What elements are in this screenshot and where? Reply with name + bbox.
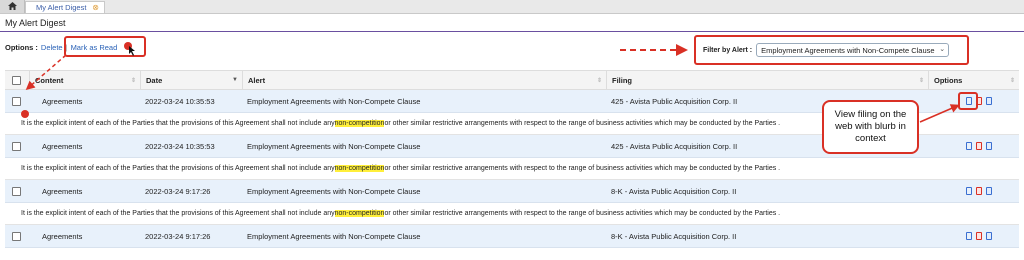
- chevron-down-icon: ⌄: [937, 45, 946, 53]
- document-icon[interactable]: [986, 142, 992, 150]
- header-alert-label: Alert: [248, 75, 266, 85]
- delete-link[interactable]: Delete: [41, 43, 63, 52]
- alert-cell: Employment Agreements with Non-Compete C…: [247, 96, 421, 106]
- close-tab-icon[interactable]: ⊗: [92, 3, 99, 12]
- tab-strip: My Alert Digest ⊗: [0, 0, 1024, 14]
- content-cell: Agreements: [42, 96, 83, 106]
- blurb-text-end: or other similar restrictive arrangement…: [384, 210, 781, 217]
- filing-cell: 425 - Avista Public Acquisition Corp. II: [611, 96, 738, 106]
- mark-read-callout: [64, 36, 146, 57]
- title-divider: [0, 31, 1024, 32]
- header-options-label: Options: [934, 75, 963, 85]
- blurb-text: It is the explicit intent of each of the…: [21, 120, 335, 127]
- alert-filter-value: Employment Agreements with Non-Compete C…: [761, 45, 935, 55]
- date-cell: 2022-03-24 10:35:53: [145, 141, 215, 151]
- header-filing-label: Filing: [612, 75, 632, 85]
- callout-marker: [124, 42, 132, 50]
- table-header: Content ⇕ Date ▼ Alert ⇕ Filing ⇕ Options ⇕: [5, 70, 1019, 90]
- row-marker: [21, 110, 29, 118]
- document-icon[interactable]: [986, 187, 992, 195]
- filing-cell: 8-K - Avista Public Acquisition Corp. II: [611, 231, 737, 241]
- row-actions: [961, 225, 992, 247]
- blurb-highlight: non-competition: [334, 210, 385, 217]
- sort-icon: ⇕: [918, 77, 924, 84]
- sort-desc-icon: ▼: [232, 77, 238, 83]
- header-filing[interactable]: Filing ⇕: [606, 71, 928, 89]
- row-checkbox[interactable]: [12, 96, 21, 106]
- select-all-checkbox[interactable]: [12, 75, 21, 85]
- tab-label: My Alert Digest: [36, 3, 87, 12]
- row-actions: [961, 135, 992, 157]
- blurb-highlight: non-competition: [334, 165, 385, 172]
- web-icon-callout: [958, 92, 978, 110]
- filing-cell: 425 - Avista Public Acquisition Corp. II: [611, 141, 738, 151]
- web-view-icon[interactable]: [966, 142, 972, 150]
- header-date-label: Date: [146, 75, 163, 85]
- tab-my-alert-digest[interactable]: My Alert Digest ⊗: [25, 1, 105, 13]
- options-label: Options :: [5, 43, 38, 52]
- blurb-highlight: non-competition: [334, 120, 385, 127]
- filter-label: Filter by Alert :: [703, 46, 753, 54]
- sort-icon: ⇕: [1009, 77, 1015, 84]
- blurb-text: It is the explicit intent of each of the…: [21, 165, 335, 172]
- date-cell: 2022-03-24 9:17:26: [145, 186, 211, 196]
- pdf-icon[interactable]: [976, 232, 982, 240]
- pdf-icon[interactable]: [976, 187, 982, 195]
- alert-cell: Employment Agreements with Non-Compete C…: [247, 231, 421, 241]
- row-checkbox[interactable]: [12, 231, 21, 241]
- document-icon[interactable]: [986, 232, 992, 240]
- content-cell: Agreements: [42, 231, 83, 241]
- row-checkbox-cell: [5, 180, 29, 202]
- blurb-row: It is the explicit intent of each of the…: [5, 158, 1019, 180]
- document-icon[interactable]: [986, 97, 992, 105]
- home-tab[interactable]: [0, 0, 25, 13]
- sort-icon: ⇕: [596, 77, 602, 84]
- row-checkbox-cell: [5, 225, 29, 247]
- row-checkbox[interactable]: [12, 186, 21, 196]
- web-view-icon[interactable]: [966, 232, 972, 240]
- row-checkbox[interactable]: [12, 141, 21, 151]
- header-options: Options ⇕: [928, 71, 1019, 89]
- blurb-text-end: or other similar restrictive arrangement…: [384, 120, 781, 127]
- blurb-text: It is the explicit intent of each of the…: [21, 210, 335, 217]
- date-cell: 2022-03-24 9:17:26: [145, 231, 211, 241]
- alert-cell: Employment Agreements with Non-Compete C…: [247, 186, 421, 196]
- sort-icon: ⇕: [130, 77, 136, 84]
- table-row[interactable]: Agreements 2022-03-24 9:17:26 Employment…: [5, 225, 1019, 248]
- alert-cell: Employment Agreements with Non-Compete C…: [247, 141, 421, 151]
- header-content-label: Content: [35, 75, 64, 85]
- blurb-row: It is the explicit intent of each of the…: [5, 203, 1019, 225]
- table-row[interactable]: Agreements 2022-03-24 9:17:26 Employment…: [5, 180, 1019, 203]
- alert-filter-select[interactable]: Employment Agreements with Non-Compete C…: [756, 43, 950, 57]
- date-cell: 2022-03-24 10:35:53: [145, 96, 215, 106]
- row-checkbox-cell: [5, 90, 29, 112]
- header-alert[interactable]: Alert ⇕: [242, 71, 606, 89]
- annotation-callout: View filing on the web with blurb in con…: [822, 100, 919, 154]
- select-all-cell: [5, 71, 29, 89]
- pdf-icon[interactable]: [976, 142, 982, 150]
- content-cell: Agreements: [42, 141, 83, 151]
- row-actions: [961, 180, 992, 202]
- web-view-icon[interactable]: [966, 187, 972, 195]
- blurb-text-end: or other similar restrictive arrangement…: [384, 165, 781, 172]
- header-content[interactable]: Content ⇕: [29, 71, 140, 89]
- content-cell: Agreements: [42, 186, 83, 196]
- page-title: My Alert Digest: [5, 18, 66, 28]
- row-checkbox-cell: [5, 135, 29, 157]
- alerts-table: Content ⇕ Date ▼ Alert ⇕ Filing ⇕ Options ⇕ A…: [5, 70, 1019, 248]
- header-date[interactable]: Date ▼: [140, 71, 242, 89]
- filter-group: Filter by Alert : Employment Agreements …: [703, 43, 950, 57]
- filing-cell: 8-K - Avista Public Acquisition Corp. II: [611, 186, 737, 196]
- home-icon: [7, 1, 17, 12]
